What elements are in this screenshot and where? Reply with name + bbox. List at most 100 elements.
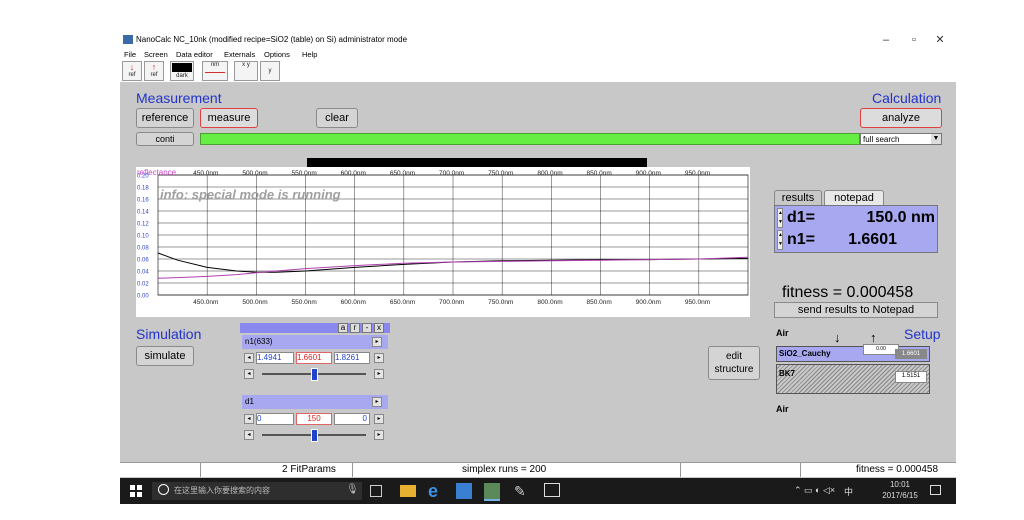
d1-value: 150.0 nm	[866, 209, 935, 226]
d1-slider-thumb[interactable]	[311, 429, 318, 442]
measure-button[interactable]: measure	[200, 108, 258, 128]
maximize-button[interactable]: ▫	[902, 32, 926, 48]
arrow-down-icon: ↓	[834, 330, 841, 345]
cortana-icon	[158, 484, 169, 495]
n1-slider-left-button[interactable]: ◂	[244, 369, 254, 379]
x-tick-label: 800.0nm	[537, 299, 562, 306]
tab-results[interactable]: results	[774, 190, 822, 205]
tab-notepad[interactable]: notepad	[824, 190, 884, 205]
edit-structure-button[interactable]: edit structure	[708, 346, 760, 380]
close-button[interactable]: ✕	[928, 32, 952, 48]
arrow-down-icon: ↓	[129, 62, 135, 72]
simulation-panel: a r - x n1(633) ▸ ◂ 1.4941 1.6601 1.8261…	[240, 323, 390, 447]
x-tick-label: 700.0nm	[439, 299, 464, 306]
layer-sio2[interactable]: SiO2_Cauchy 0.00 1.6601	[776, 344, 930, 362]
x-tick-label-top: 900.0nm	[636, 170, 661, 177]
menu-file[interactable]: File	[124, 50, 136, 59]
x-tick-label-top: 650.0nm	[390, 170, 415, 177]
scan-indicator-bar	[307, 158, 647, 167]
layer-sio2-thickness[interactable]: 0.00	[863, 344, 899, 355]
system-tray-icons[interactable]: ⌃ ▭ ◐ ◁×	[794, 485, 835, 496]
ref-up-button[interactable]: ↑ ref	[144, 61, 164, 81]
d1-min-field[interactable]: 0	[256, 413, 294, 425]
tool-app-icon[interactable]: ✎	[514, 483, 530, 499]
d1-slider-right-button[interactable]: ▸	[374, 430, 384, 440]
image-viewer-icon[interactable]	[544, 483, 560, 497]
action-center-icon[interactable]	[930, 485, 941, 495]
x-tick-label-top: 600.0nm	[341, 170, 366, 177]
d1-spinner[interactable]: ▲ ▼	[777, 208, 783, 228]
clock-date[interactable]: 2017/6/15	[876, 491, 924, 500]
layer-bk7[interactable]: BK7 1.5151	[776, 364, 930, 394]
xy-scale-button[interactable]: x y	[234, 61, 258, 81]
n1-slider-thumb[interactable]	[311, 368, 318, 381]
d1-slider-left-button[interactable]: ◂	[244, 430, 254, 440]
d1-expand-button[interactable]: ▸	[372, 397, 382, 407]
d1-max-increase-button[interactable]: ▸	[374, 414, 384, 424]
send-to-notepad-button[interactable]: send results to Notepad	[774, 302, 938, 318]
microphone-icon[interactable]: 🎙	[346, 484, 359, 495]
edge-browser-icon[interactable]: e	[428, 482, 444, 500]
file-explorer-icon[interactable]	[400, 485, 416, 497]
sim-close-button[interactable]: x	[374, 323, 384, 333]
simulate-button[interactable]: simulate	[136, 346, 194, 366]
x-tick-label: 650.0nm	[390, 299, 415, 306]
n1-spinner[interactable]: ▲ ▼	[777, 230, 783, 250]
layer-sio2-index[interactable]: 1.6601	[895, 349, 927, 359]
dark-button[interactable]: dark	[170, 61, 194, 81]
d1-current-field[interactable]: 150	[296, 413, 332, 425]
layer-bk7-label: BK7	[779, 369, 796, 378]
d1-min-decrease-button[interactable]: ◂	[244, 414, 254, 424]
menu-screen[interactable]: Screen	[144, 50, 168, 59]
sim-panel-header: a r - x	[240, 323, 390, 333]
calculation-heading: Calculation	[872, 90, 942, 106]
minimize-button[interactable]: –	[874, 32, 898, 48]
y-tick-label: 0.02	[137, 282, 149, 288]
n1-min-decrease-button[interactable]: ◂	[244, 353, 254, 363]
n1-slider-right-button[interactable]: ▸	[374, 369, 384, 379]
y-label: y	[268, 68, 272, 74]
menu-help[interactable]: Help	[302, 50, 317, 59]
photos-app-icon[interactable]	[456, 483, 472, 499]
x-tick-label-top: 700.0nm	[439, 170, 464, 177]
menu-data-editor[interactable]: Data editor	[176, 50, 213, 59]
y-tick-label: 0.04	[137, 270, 149, 276]
x-tick-label: 500.0nm	[242, 299, 267, 306]
taskbar-search-input[interactable]: 在这里输入你要搜索的内容	[152, 482, 362, 500]
d1-max-field[interactable]: 0	[334, 413, 370, 425]
task-view-icon[interactable]	[370, 485, 382, 497]
ref-down-button[interactable]: ↓ ref	[122, 61, 142, 81]
n1-max-increase-button[interactable]: ▸	[374, 353, 384, 363]
y-tick-label: 0.18	[137, 186, 149, 192]
toolbar: ↓ ref ↑ ref dark nm x y y	[120, 60, 956, 82]
status-bar: 2 FitParams simplex runs = 200 fitness =…	[120, 462, 956, 477]
n1-current-field[interactable]: 1.6601	[296, 352, 332, 364]
x-tick-label-top: 500.0nm	[242, 170, 267, 177]
reference-button[interactable]: reference	[136, 108, 194, 128]
layer-bk7-index[interactable]: 1.5151	[895, 371, 927, 383]
analyze-button[interactable]: analyze	[860, 108, 942, 128]
clock-time[interactable]: 10:01	[880, 480, 920, 489]
x-tick-label: 600.0nm	[341, 299, 366, 306]
sim-minimize-button[interactable]: -	[362, 323, 372, 333]
search-mode-select[interactable]: full search ▼	[860, 133, 942, 145]
clear-button[interactable]: clear	[316, 108, 358, 128]
chevron-down-icon[interactable]: ▼	[931, 134, 941, 144]
layer-sio2-label: SiO2_Cauchy	[779, 349, 831, 358]
windows-start-icon[interactable]	[130, 485, 142, 497]
dark-swatch	[172, 63, 192, 72]
n1-min-field[interactable]: 1.4941	[256, 352, 294, 364]
nanocalc-taskbar-icon[interactable]	[484, 483, 500, 501]
y-scale-button[interactable]: y	[260, 61, 280, 81]
menu-options[interactable]: Options	[264, 50, 290, 59]
n1-expand-button[interactable]: ▸	[372, 337, 382, 347]
conti-button[interactable]: conti	[136, 132, 194, 146]
menu-externals[interactable]: Externals	[224, 50, 255, 59]
ime-indicator[interactable]: 中	[844, 485, 853, 498]
nm-button[interactable]: nm	[202, 61, 228, 81]
sim-a-button[interactable]: a	[338, 323, 348, 333]
sim-r-button[interactable]: r	[350, 323, 360, 333]
measurement-heading: Measurement	[136, 90, 222, 106]
search-mode-value: full search	[863, 135, 900, 144]
n1-max-field[interactable]: 1.8261	[334, 352, 370, 364]
